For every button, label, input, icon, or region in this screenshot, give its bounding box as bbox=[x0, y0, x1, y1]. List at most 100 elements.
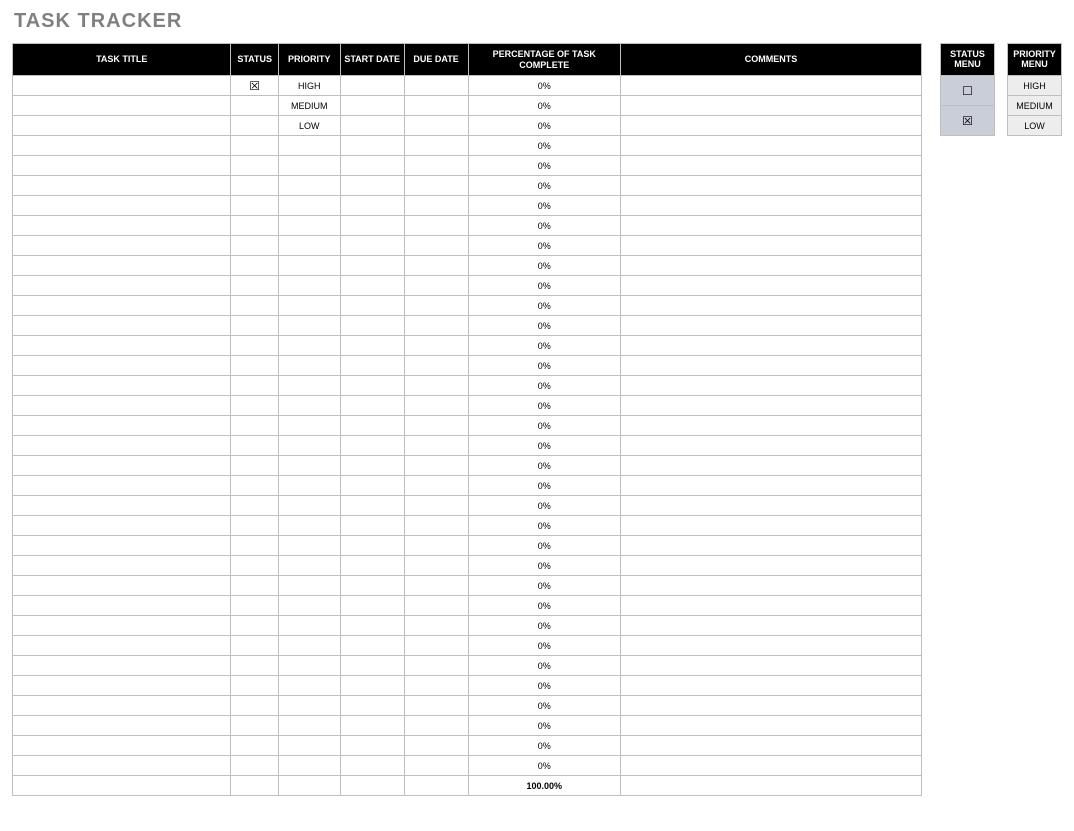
pct-complete-cell[interactable]: 0% bbox=[468, 356, 621, 376]
status-cell[interactable] bbox=[231, 236, 278, 256]
priority-cell[interactable] bbox=[278, 556, 340, 576]
due-date-cell[interactable] bbox=[404, 596, 468, 616]
status-cell[interactable] bbox=[231, 656, 278, 676]
total-start-cell[interactable] bbox=[340, 776, 404, 796]
comments-cell[interactable] bbox=[621, 296, 922, 316]
status-cell[interactable] bbox=[231, 736, 278, 756]
start-date-cell[interactable] bbox=[340, 496, 404, 516]
task-title-cell[interactable] bbox=[13, 576, 231, 596]
status-cell[interactable] bbox=[231, 276, 278, 296]
status-cell[interactable] bbox=[231, 356, 278, 376]
start-date-cell[interactable] bbox=[340, 396, 404, 416]
comments-cell[interactable] bbox=[621, 196, 922, 216]
task-title-cell[interactable] bbox=[13, 296, 231, 316]
start-date-cell[interactable] bbox=[340, 756, 404, 776]
due-date-cell[interactable] bbox=[404, 436, 468, 456]
task-title-cell[interactable] bbox=[13, 256, 231, 276]
pct-complete-cell[interactable]: 0% bbox=[468, 256, 621, 276]
status-cell[interactable] bbox=[231, 556, 278, 576]
due-date-cell[interactable] bbox=[404, 196, 468, 216]
pct-complete-cell[interactable]: 0% bbox=[468, 596, 621, 616]
pct-complete-cell[interactable]: 0% bbox=[468, 696, 621, 716]
pct-complete-cell[interactable]: 0% bbox=[468, 316, 621, 336]
status-cell[interactable]: ☒ bbox=[231, 76, 278, 96]
priority-cell[interactable] bbox=[278, 756, 340, 776]
start-date-cell[interactable] bbox=[340, 456, 404, 476]
status-cell[interactable] bbox=[231, 456, 278, 476]
task-title-cell[interactable] bbox=[13, 516, 231, 536]
start-date-cell[interactable] bbox=[340, 236, 404, 256]
status-cell[interactable] bbox=[231, 676, 278, 696]
comments-cell[interactable] bbox=[621, 176, 922, 196]
due-date-cell[interactable] bbox=[404, 516, 468, 536]
priority-cell[interactable] bbox=[278, 296, 340, 316]
priority-cell[interactable] bbox=[278, 216, 340, 236]
priority-cell[interactable] bbox=[278, 476, 340, 496]
priority-cell[interactable] bbox=[278, 636, 340, 656]
start-date-cell[interactable] bbox=[340, 376, 404, 396]
status-cell[interactable] bbox=[231, 376, 278, 396]
task-title-cell[interactable] bbox=[13, 376, 231, 396]
comments-cell[interactable] bbox=[621, 756, 922, 776]
comments-cell[interactable] bbox=[621, 316, 922, 336]
start-date-cell[interactable] bbox=[340, 416, 404, 436]
task-title-cell[interactable] bbox=[13, 156, 231, 176]
pct-complete-cell[interactable]: 0% bbox=[468, 516, 621, 536]
comments-cell[interactable] bbox=[621, 476, 922, 496]
task-title-cell[interactable] bbox=[13, 556, 231, 576]
status-cell[interactable] bbox=[231, 176, 278, 196]
task-title-cell[interactable] bbox=[13, 436, 231, 456]
pct-complete-cell[interactable]: 0% bbox=[468, 716, 621, 736]
priority-cell[interactable] bbox=[278, 316, 340, 336]
priority-cell[interactable] bbox=[278, 516, 340, 536]
comments-cell[interactable] bbox=[621, 576, 922, 596]
status-cell[interactable] bbox=[231, 316, 278, 336]
start-date-cell[interactable] bbox=[340, 356, 404, 376]
comments-cell[interactable] bbox=[621, 556, 922, 576]
pct-complete-cell[interactable]: 0% bbox=[468, 476, 621, 496]
due-date-cell[interactable] bbox=[404, 676, 468, 696]
start-date-cell[interactable] bbox=[340, 436, 404, 456]
total-priority-cell[interactable] bbox=[278, 776, 340, 796]
pct-complete-cell[interactable]: 0% bbox=[468, 396, 621, 416]
pct-complete-cell[interactable]: 0% bbox=[468, 656, 621, 676]
comments-cell[interactable] bbox=[621, 396, 922, 416]
due-date-cell[interactable] bbox=[404, 416, 468, 436]
priority-cell[interactable] bbox=[278, 496, 340, 516]
pct-complete-cell[interactable]: 0% bbox=[468, 136, 621, 156]
start-date-cell[interactable] bbox=[340, 736, 404, 756]
priority-cell[interactable] bbox=[278, 716, 340, 736]
priority-cell[interactable]: LOW bbox=[278, 116, 340, 136]
due-date-cell[interactable] bbox=[404, 736, 468, 756]
priority-cell[interactable] bbox=[278, 456, 340, 476]
status-cell[interactable] bbox=[231, 96, 278, 116]
pct-complete-cell[interactable]: 0% bbox=[468, 76, 621, 96]
due-date-cell[interactable] bbox=[404, 156, 468, 176]
status-cell[interactable] bbox=[231, 256, 278, 276]
pct-complete-cell[interactable]: 0% bbox=[468, 276, 621, 296]
priority-cell[interactable] bbox=[278, 536, 340, 556]
pct-complete-cell[interactable]: 0% bbox=[468, 116, 621, 136]
task-title-cell[interactable] bbox=[13, 616, 231, 636]
start-date-cell[interactable] bbox=[340, 596, 404, 616]
start-date-cell[interactable] bbox=[340, 256, 404, 276]
task-title-cell[interactable] bbox=[13, 116, 231, 136]
pct-complete-cell[interactable]: 0% bbox=[468, 336, 621, 356]
total-due-cell[interactable] bbox=[404, 776, 468, 796]
comments-cell[interactable] bbox=[621, 216, 922, 236]
pct-complete-cell[interactable]: 0% bbox=[468, 536, 621, 556]
total-title-cell[interactable] bbox=[13, 776, 231, 796]
pct-complete-cell[interactable]: 0% bbox=[468, 676, 621, 696]
status-option-unchecked[interactable]: ☐ bbox=[941, 76, 995, 106]
start-date-cell[interactable] bbox=[340, 316, 404, 336]
comments-cell[interactable] bbox=[621, 736, 922, 756]
start-date-cell[interactable] bbox=[340, 336, 404, 356]
start-date-cell[interactable] bbox=[340, 216, 404, 236]
comments-cell[interactable] bbox=[621, 96, 922, 116]
comments-cell[interactable] bbox=[621, 656, 922, 676]
start-date-cell[interactable] bbox=[340, 176, 404, 196]
due-date-cell[interactable] bbox=[404, 136, 468, 156]
due-date-cell[interactable] bbox=[404, 356, 468, 376]
task-title-cell[interactable] bbox=[13, 136, 231, 156]
status-cell[interactable] bbox=[231, 436, 278, 456]
